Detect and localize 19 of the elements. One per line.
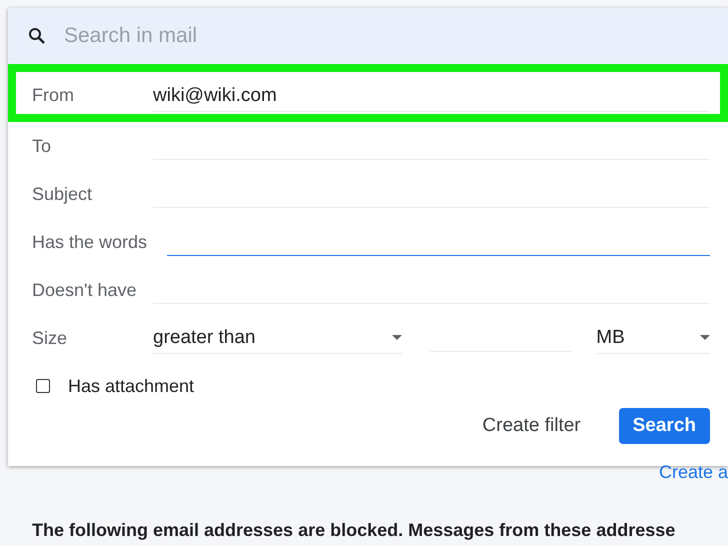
text-field[interactable]: wiki@wiki.com — [153, 81, 710, 112]
link[interactable]: Create a — [658, 462, 728, 486]
field-label: Doesn't have — [32, 280, 138, 300]
field-label: From — [32, 84, 75, 106]
caret-icon — [392, 335, 402, 340]
operator-dropdown[interactable]: greater than — [153, 322, 402, 354]
field-label: To — [32, 136, 52, 156]
search-field[interactable]: Search in mail — [8, 8, 728, 64]
caret-icon — [700, 335, 710, 340]
checkbox[interactable] — [36, 379, 50, 393]
unit-dropdown[interactable]: MB — [596, 322, 710, 354]
blocked-notice: The following email addresses are blocked. Messages from these addresse — [32, 520, 676, 541]
field-label: Subject — [32, 184, 94, 204]
field-label: Size — [32, 328, 68, 348]
field-label: Has the words — [32, 232, 148, 252]
search-button[interactable]: Search — [618, 408, 710, 444]
create-filter-button[interactable]: Create filter — [468, 408, 595, 444]
search-icon[interactable] — [28, 27, 46, 45]
checkbox-label: Has attachment — [68, 376, 194, 396]
